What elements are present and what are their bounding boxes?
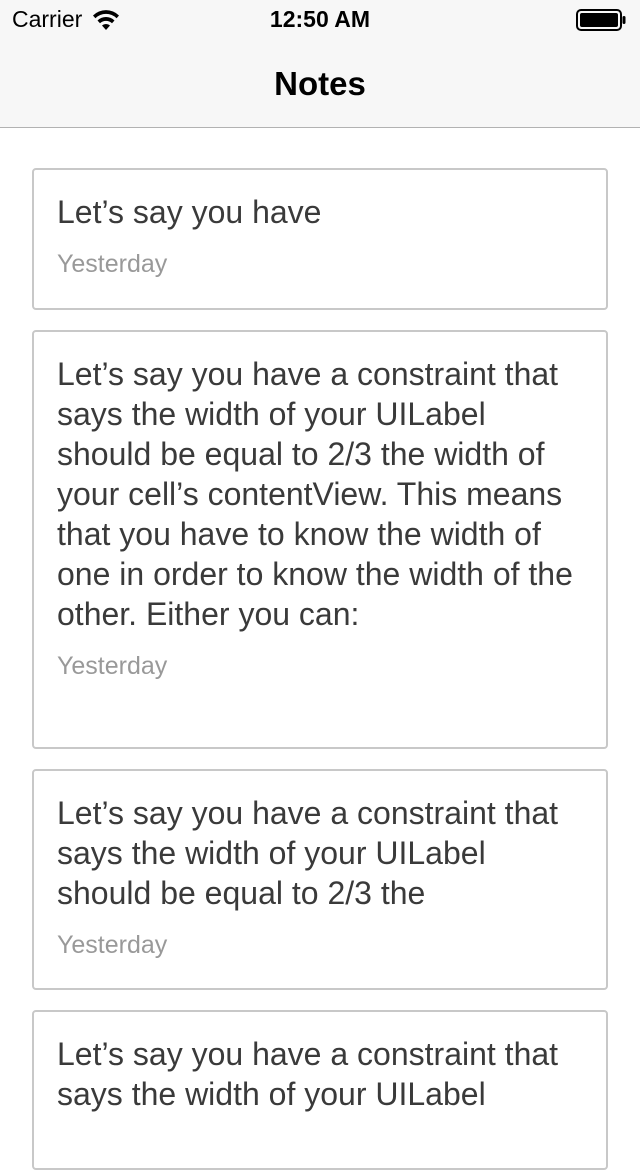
note-card[interactable]: Let’s say you have a constraint that say… (32, 769, 608, 990)
note-body: Let’s say you have a constraint that say… (57, 1036, 559, 1112)
note-body: Let’s say you have (57, 194, 322, 230)
note-date: Yesterday (57, 652, 168, 680)
note-card[interactable]: Let’s say you have a constraint that say… (32, 330, 608, 749)
battery-icon (576, 9, 626, 31)
page-title: Notes (274, 65, 366, 102)
note-card[interactable]: Let’s say you have a constraint that say… (32, 1010, 608, 1170)
note-body: Let’s say you have a constraint that say… (57, 356, 573, 632)
navigation-bar: Notes (0, 40, 640, 128)
note-date: Yesterday (57, 931, 168, 959)
status-bar: Carrier 12:50 AM (0, 0, 640, 40)
status-time: 12:50 AM (269, 6, 371, 32)
note-body: Let’s say you have a constraint that say… (57, 795, 559, 911)
note-date: Yesterday (57, 250, 168, 278)
note-card[interactable]: Let’s say you have Yesterday (32, 168, 608, 310)
